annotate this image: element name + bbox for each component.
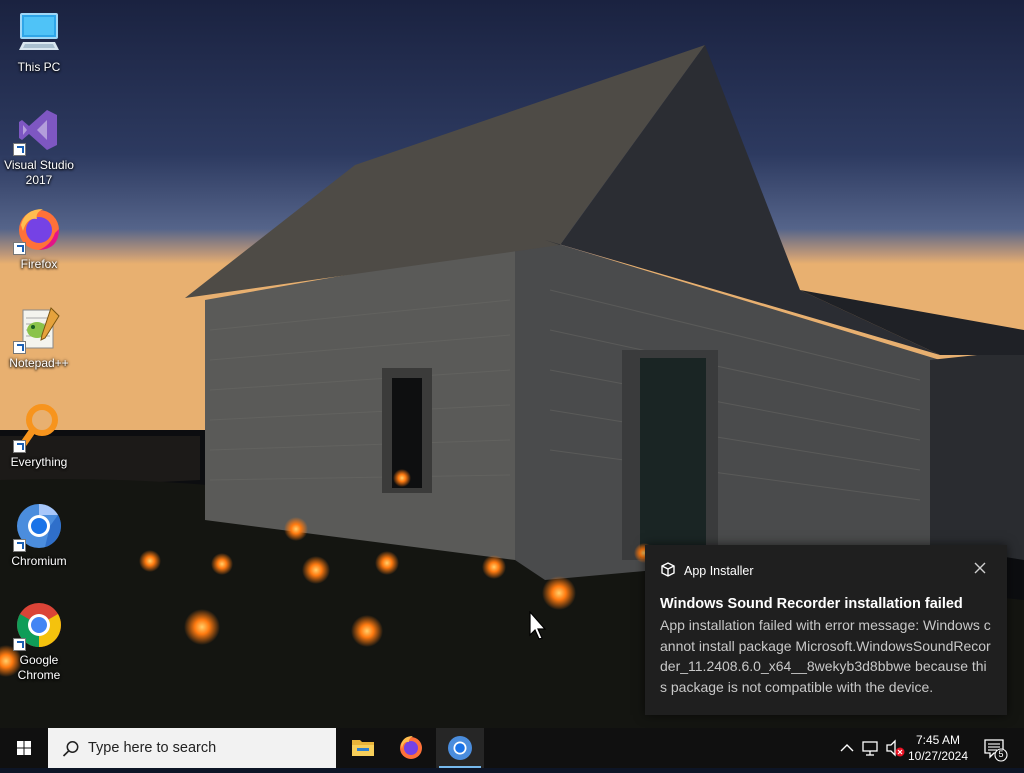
desktop-icon-this-pc[interactable]: This PC (0, 8, 78, 75)
notification-header: App Installer (660, 561, 754, 582)
notification-toast[interactable]: App Installer Windows Sound Recorder ins… (645, 545, 1007, 715)
clock-date: 10/27/2024 (907, 749, 969, 763)
taskbar-clock[interactable]: 7:45 AM 10/27/2024 (902, 732, 974, 764)
mouse-cursor-icon (529, 610, 549, 646)
this-pc-icon (15, 8, 63, 56)
folder-icon (352, 740, 374, 756)
visual-studio-icon (13, 106, 63, 156)
desktop-icon-label: Notepad++ (9, 356, 69, 370)
windows-logo-icon (17, 741, 31, 755)
search-icon (62, 740, 80, 763)
desktop-icon-google-chrome[interactable]: Google Chrome (0, 601, 78, 683)
taskbar-search-box[interactable]: Type here to search (48, 728, 336, 768)
clock-time: 7:45 AM (915, 733, 961, 747)
show-hidden-icons-button[interactable] (836, 728, 858, 768)
shortcut-arrow-icon (13, 143, 26, 156)
desktop-icon-everything[interactable]: Everything (0, 403, 78, 470)
desktop-icon-label: Chromium (11, 554, 67, 568)
shortcut-arrow-icon (13, 638, 26, 651)
network-icon (862, 741, 878, 756)
desktop-icon-label: This PC (17, 60, 61, 74)
desktop-icon-firefox[interactable]: Firefox (0, 205, 78, 272)
shortcut-arrow-icon (13, 440, 26, 453)
firefox-icon (13, 205, 63, 255)
desktop-icon-label: Firefox (20, 257, 58, 271)
notification-body: App installation failed with error messa… (660, 617, 991, 695)
app-installer-icon (660, 561, 676, 582)
start-button[interactable] (0, 728, 48, 768)
taskbar: Type here to search 7:45 AM 10/27/2024 5 (0, 728, 1024, 768)
action-center-button[interactable]: 5 (980, 728, 1010, 768)
close-icon[interactable] (973, 561, 987, 575)
chevron-up-icon (840, 744, 854, 752)
taskbar-app-firefox[interactable] (387, 728, 435, 768)
everything-search-icon (13, 403, 63, 453)
notification-title: Windows Sound Recorder installation fail… (660, 596, 963, 612)
shortcut-arrow-icon (13, 341, 26, 354)
desktop-icon-notepad-plus-plus[interactable]: Notepad++ (0, 304, 78, 371)
shortcut-arrow-icon (13, 242, 26, 255)
notification-center-icon (984, 739, 1008, 762)
taskbar-app-chromium[interactable] (436, 728, 484, 768)
chromium-icon (13, 502, 63, 552)
desktop-icon-label: Everything (10, 455, 68, 469)
desktop-icon-label: Google Chrome (17, 653, 61, 682)
notepad-plus-plus-icon (13, 304, 63, 354)
shortcut-arrow-icon (13, 539, 26, 552)
search-placeholder: Type here to search (88, 740, 217, 756)
firefox-icon (400, 736, 422, 759)
taskbar-app-file-explorer[interactable] (339, 728, 387, 768)
desktop-icon-visual-studio[interactable]: Visual Studio 2017 (0, 106, 78, 188)
desktop-icon-label: Visual Studio 2017 (4, 158, 74, 187)
chromium-icon (448, 736, 472, 760)
notification-app-name: App Installer (684, 564, 754, 578)
notification-count-badge: 5 (998, 749, 1004, 759)
desktop-icon-chromium[interactable]: Chromium (0, 502, 78, 569)
network-status-button[interactable] (860, 728, 882, 768)
google-chrome-icon (13, 601, 63, 651)
